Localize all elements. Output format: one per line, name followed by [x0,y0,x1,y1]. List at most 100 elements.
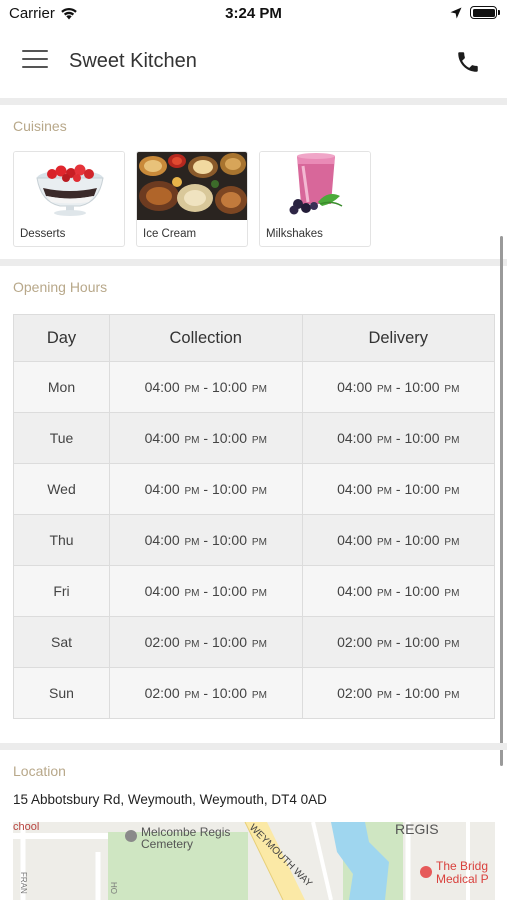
time-separator: - [392,532,405,548]
cuisine-card-milkshakes[interactable]: Milkshakes [259,151,371,247]
cuisines-list: Desserts Ice Cream Milkshakes [13,151,371,247]
period-from: PM [377,486,393,497]
period-from: PM [377,537,393,548]
day-cell: Tue [13,412,110,464]
time-from: 04:00 [144,430,180,446]
collection-hours-cell: 02:00 PM - 10:00 PM [109,667,303,719]
time-separator: - [392,430,405,446]
table-row: Thu 04:00 PM - 10:00 PM 04:00 PM - 10:00 P… [13,514,495,566]
time-to: 10:00 [211,430,248,446]
time-from: 04:00 [337,481,373,497]
time-from: 04:00 [337,532,373,548]
milkshakes-image [260,152,370,220]
map-label-school: chool [13,822,39,833]
time-separator: - [392,379,405,395]
period-from: PM [377,690,393,701]
period-to: PM [251,537,267,548]
cuisine-card-desserts[interactable]: Desserts [13,151,125,247]
hamburger-icon [22,50,48,68]
menu-button[interactable] [22,50,48,74]
time-from: 04:00 [337,379,373,395]
time-separator: - [392,583,405,599]
collection-hours-cell: 04:00 PM - 10:00 PM [109,412,303,464]
period-to: PM [444,435,460,446]
time-separator: - [392,481,405,497]
period-from: PM [184,435,200,446]
day-cell: Wed [13,463,110,515]
period-to: PM [251,486,267,497]
location-arrow-icon [450,7,462,18]
time-separator: - [199,481,212,497]
cuisine-card-ice-cream[interactable]: Ice Cream [136,151,248,247]
time-separator: - [199,532,212,548]
ice-cream-image [137,152,247,220]
period-to: PM [444,486,460,497]
time-from: 04:00 [337,583,373,599]
delivery-hours-cell: 04:00 PM - 10:00 PM [301,463,495,515]
collection-hours-cell: 04:00 PM - 10:00 PM [109,514,303,566]
time-to: 10:00 [211,685,248,701]
delivery-hours-cell: 04:00 PM - 10:00 PM [301,514,495,566]
time-to: 10:00 [404,430,440,446]
day-cell: Thu [13,514,110,566]
time-from: 02:00 [337,685,373,701]
day-cell: Mon [13,361,110,413]
scrollbar[interactable] [500,236,503,766]
period-to: PM [444,639,460,650]
opening-hours-heading: Opening Hours [13,279,108,295]
table-row: Mon 04:00 PM - 10:00 PM 04:00 PM - 10:00 P… [13,361,495,413]
location-map[interactable]: chool Melcombe Regis Cemetery WEYMOUTH W… [13,822,495,900]
time-from: 02:00 [144,634,180,650]
time-to: 10:00 [404,532,440,548]
time-separator: - [392,685,405,701]
period-to: PM [251,435,267,446]
time-to: 10:00 [404,481,440,497]
collection-hours-cell: 04:00 PM - 10:00 PM [109,565,303,617]
time-to: 10:00 [404,583,440,599]
period-from: PM [184,690,200,701]
table-row: Sat 02:00 PM - 10:00 PM 02:00 PM - 10:00 P… [13,616,495,668]
time-separator: - [199,430,212,446]
period-to: PM [444,384,460,395]
time-to: 10:00 [404,379,440,395]
time-to: 10:00 [211,532,248,548]
time-separator: - [392,634,405,650]
period-from: PM [184,486,200,497]
period-from: PM [377,588,393,599]
cuisine-label: Milkshakes [266,228,323,240]
page-title: Sweet Kitchen [69,50,197,72]
time-separator: - [199,634,212,650]
time-to: 10:00 [404,685,440,701]
navigation-bar: Sweet Kitchen [0,30,507,98]
delivery-hours-cell: 04:00 PM - 10:00 PM [301,412,495,464]
period-from: PM [184,588,200,599]
period-to: PM [251,690,267,701]
phone-icon[interactable] [455,49,481,75]
time-to: 10:00 [211,481,248,497]
time-separator: - [199,685,212,701]
period-from: PM [184,639,200,650]
time-from: 04:00 [144,532,180,548]
location-address: 15 Abbotsbury Rd, Weymouth, Weymouth, DT… [13,792,327,807]
collection-hours-cell: 04:00 PM - 10:00 PM [109,463,303,515]
map-label-street-left: FRAN [19,872,28,894]
collection-hours-cell: 02:00 PM - 10:00 PM [109,616,303,668]
period-from: PM [184,537,200,548]
time-from: 02:00 [144,685,180,701]
time-to: 10:00 [211,379,248,395]
cuisine-label: Desserts [20,228,66,240]
table-row: Sun 02:00 PM - 10:00 PM 02:00 PM - 10:00 P… [13,667,495,719]
battery-icon [470,6,500,19]
status-bar: Carrier 3:24 PM [0,0,507,30]
time-from: 04:00 [337,430,373,446]
delivery-hours-cell: 02:00 PM - 10:00 PM [301,616,495,668]
period-to: PM [444,588,460,599]
time-to: 10:00 [211,583,248,599]
time-separator: - [199,583,212,599]
day-cell: Sat [13,616,110,668]
period-from: PM [377,435,393,446]
desserts-image [14,152,124,220]
map-canvas: chool Melcombe Regis Cemetery WEYMOUTH W… [13,822,495,900]
time-separator: - [199,379,212,395]
period-from: PM [377,639,393,650]
